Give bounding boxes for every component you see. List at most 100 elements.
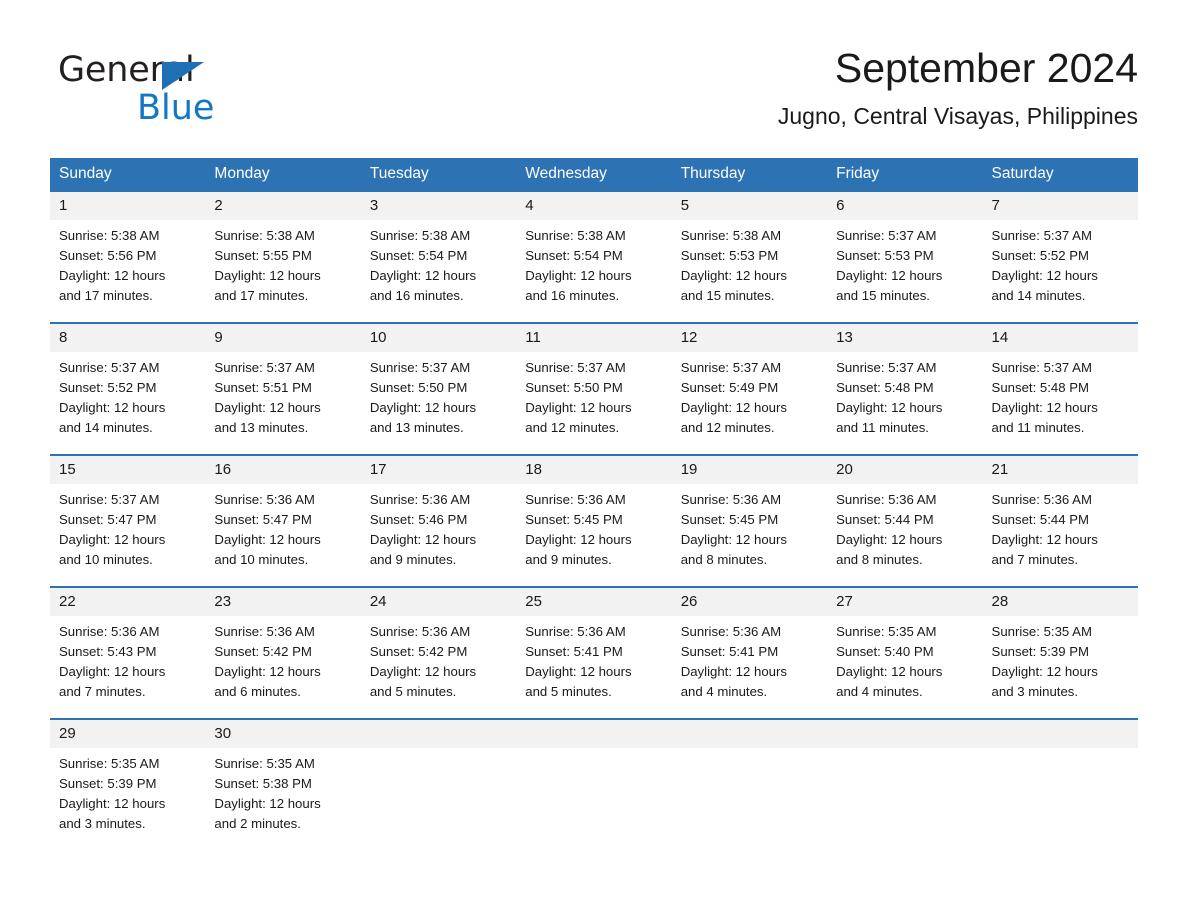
calendar-table: Sunday Monday Tuesday Wednesday Thursday… (50, 158, 1138, 850)
daylight-text-line1: Daylight: 12 hours (680, 664, 787, 679)
day-details (827, 748, 982, 846)
page-header: General Blue September 2024 Jugno, Centr… (50, 42, 1138, 152)
sunrise-text: Sunrise: 5:37 AM (214, 360, 315, 375)
calendar-day-cell[interactable]: 21 Sunrise: 5:36 AM Sunset: 5:44 PM Dayligh… (982, 454, 1138, 587)
day-details: Sunrise: 5:36 AM Sunset: 5:44 PM Daylight:… (827, 484, 982, 586)
daylight-text-line2: and 11 minutes. (991, 420, 1085, 435)
calendar-day-cell[interactable]: 23 Sunrise: 5:36 AM Sunset: 5:42 PM Dayligh… (205, 586, 361, 719)
logo-text-blue: Blue (137, 88, 215, 128)
calendar-day-cell[interactable]: 29 Sunrise: 5:35 AM Sunset: 5:39 PM Dayligh… (50, 718, 206, 850)
calendar-day-cell[interactable]: 13 Sunrise: 5:37 AM Sunset: 5:48 PM Dayligh… (827, 322, 983, 455)
day-number (360, 720, 517, 748)
sunrise-text: Sunrise: 5:38 AM (59, 228, 160, 243)
day-details: Sunrise: 5:35 AM Sunset: 5:38 PM Daylight:… (205, 748, 360, 850)
daylight-text-line1: Daylight: 12 hours (836, 400, 943, 415)
calendar-day-cell-empty (982, 718, 1138, 850)
calendar-day-cell[interactable]: 28 Sunrise: 5:35 AM Sunset: 5:39 PM Dayligh… (982, 586, 1138, 719)
sunset-text: Sunset: 5:53 PM (836, 248, 934, 263)
day-details: Sunrise: 5:37 AM Sunset: 5:52 PM Daylight:… (50, 352, 205, 454)
sunrise-text: Sunrise: 5:38 AM (214, 228, 315, 243)
calendar-day-cell[interactable]: 4 Sunrise: 5:38 AM Sunset: 5:54 PM Daylight… (516, 190, 672, 323)
weekday-header-thursday: Thursday (671, 158, 828, 191)
sunrise-text: Sunrise: 5:35 AM (991, 624, 1092, 639)
calendar-day-cell[interactable]: 19 Sunrise: 5:36 AM Sunset: 5:45 PM Dayligh… (671, 454, 828, 587)
day-details: Sunrise: 5:36 AM Sunset: 5:45 PM Daylight:… (672, 484, 827, 586)
day-number (982, 720, 1138, 748)
calendar-day-cell[interactable]: 3 Sunrise: 5:38 AM Sunset: 5:54 PM Daylight… (360, 190, 517, 323)
day-number: 14 (982, 324, 1138, 352)
day-number: 20 (827, 456, 983, 484)
day-details: Sunrise: 5:37 AM Sunset: 5:52 PM Daylight:… (983, 220, 1138, 322)
sunset-text: Sunset: 5:54 PM (525, 248, 623, 263)
calendar-day-cell-empty (516, 718, 672, 850)
calendar-day-cell[interactable]: 16 Sunrise: 5:36 AM Sunset: 5:47 PM Dayligh… (205, 454, 361, 587)
daylight-text-line2: and 9 minutes. (369, 552, 457, 567)
day-number: 9 (205, 324, 361, 352)
calendar-week-row: 15 Sunrise: 5:37 AM Sunset: 5:47 PM Dayligh… (50, 454, 1138, 587)
sunrise-text: Sunrise: 5:36 AM (680, 492, 782, 507)
sunset-text: Sunset: 5:38 PM (214, 776, 312, 791)
sunset-text: Sunset: 5:54 PM (369, 248, 468, 263)
day-number: 21 (982, 456, 1138, 484)
day-number (671, 720, 828, 748)
calendar-day-cell[interactable]: 9 Sunrise: 5:37 AM Sunset: 5:51 PM Daylight… (205, 322, 361, 455)
daylight-text-line1: Daylight: 12 hours (59, 532, 166, 547)
daylight-text-line1: Daylight: 12 hours (59, 796, 166, 811)
daylight-text-line2: and 11 minutes. (836, 420, 929, 435)
calendar-day-cell[interactable]: 25 Sunrise: 5:36 AM Sunset: 5:41 PM Dayligh… (516, 586, 672, 719)
calendar-day-cell[interactable]: 17 Sunrise: 5:36 AM Sunset: 5:46 PM Dayligh… (360, 454, 517, 587)
daylight-text-line1: Daylight: 12 hours (214, 400, 321, 415)
sunrise-text: Sunrise: 5:35 AM (214, 756, 315, 771)
sunset-text: Sunset: 5:52 PM (59, 380, 157, 395)
calendar-day-cell[interactable]: 11 Sunrise: 5:37 AM Sunset: 5:50 PM Dayligh… (516, 322, 672, 455)
calendar-day-cell[interactable]: 24 Sunrise: 5:36 AM Sunset: 5:42 PM Dayligh… (360, 586, 517, 719)
calendar-day-cell[interactable]: 14 Sunrise: 5:37 AM Sunset: 5:48 PM Dayligh… (982, 322, 1138, 455)
daylight-text-line2: and 4 minutes. (836, 684, 923, 699)
calendar-day-cell[interactable]: 18 Sunrise: 5:36 AM Sunset: 5:45 PM Dayligh… (516, 454, 672, 587)
calendar-day-cell[interactable]: 10 Sunrise: 5:37 AM Sunset: 5:50 PM Dayligh… (360, 322, 517, 455)
calendar-day-cell[interactable]: 26 Sunrise: 5:36 AM Sunset: 5:41 PM Dayligh… (671, 586, 828, 719)
calendar-day-cell[interactable]: 1 Sunrise: 5:38 AM Sunset: 5:56 PM Daylight… (50, 190, 206, 323)
day-number: 18 (516, 456, 672, 484)
day-details: Sunrise: 5:36 AM Sunset: 5:42 PM Daylight:… (361, 616, 516, 718)
day-number: 3 (360, 192, 517, 220)
day-details: Sunrise: 5:35 AM Sunset: 5:39 PM Daylight:… (50, 748, 205, 850)
sunrise-text: Sunrise: 5:36 AM (369, 624, 471, 639)
calendar-day-cell[interactable]: 27 Sunrise: 5:35 AM Sunset: 5:40 PM Dayligh… (827, 586, 983, 719)
sunrise-text: Sunrise: 5:38 AM (369, 228, 471, 243)
calendar-day-cell[interactable]: 7 Sunrise: 5:37 AM Sunset: 5:52 PM Daylight… (982, 190, 1138, 323)
daylight-text-line2: and 5 minutes. (525, 684, 612, 699)
daylight-text-line1: Daylight: 12 hours (991, 268, 1098, 283)
calendar-day-cell[interactable]: 30 Sunrise: 5:35 AM Sunset: 5:38 PM Dayligh… (205, 718, 361, 850)
sunset-text: Sunset: 5:44 PM (836, 512, 934, 527)
sunrise-text: Sunrise: 5:37 AM (59, 492, 160, 507)
daylight-text-line1: Daylight: 12 hours (836, 532, 943, 547)
general-blue-logo: General Blue (58, 50, 318, 130)
calendar-day-cell[interactable]: 8 Sunrise: 5:37 AM Sunset: 5:52 PM Daylight… (50, 322, 206, 455)
sunrise-text: Sunrise: 5:36 AM (525, 624, 626, 639)
calendar-day-cell[interactable]: 22 Sunrise: 5:36 AM Sunset: 5:43 PM Dayligh… (50, 586, 206, 719)
sunset-text: Sunset: 5:48 PM (836, 380, 934, 395)
daylight-text-line1: Daylight: 12 hours (369, 268, 477, 283)
sunrise-text: Sunrise: 5:36 AM (369, 492, 471, 507)
daylight-text-line2: and 16 minutes. (525, 288, 620, 303)
day-number: 25 (516, 588, 672, 616)
sunrise-text: Sunrise: 5:35 AM (59, 756, 160, 771)
sunrise-text: Sunrise: 5:36 AM (525, 492, 626, 507)
weekday-header-saturday: Saturday (982, 158, 1138, 191)
day-details: Sunrise: 5:36 AM Sunset: 5:42 PM Daylight:… (205, 616, 360, 718)
daylight-text-line1: Daylight: 12 hours (59, 400, 166, 415)
calendar-day-cell[interactable]: 20 Sunrise: 5:36 AM Sunset: 5:44 PM Dayligh… (827, 454, 983, 587)
calendar-day-cell[interactable]: 6 Sunrise: 5:37 AM Sunset: 5:53 PM Daylight… (827, 190, 983, 323)
daylight-text-line2: and 17 minutes. (59, 288, 153, 303)
calendar-day-cell[interactable]: 15 Sunrise: 5:37 AM Sunset: 5:47 PM Dayligh… (50, 454, 206, 587)
calendar-day-cell[interactable]: 2 Sunrise: 5:38 AM Sunset: 5:55 PM Daylight… (205, 190, 361, 323)
sunrise-text: Sunrise: 5:37 AM (991, 360, 1092, 375)
sunrise-text: Sunrise: 5:37 AM (991, 228, 1092, 243)
daylight-text-line1: Daylight: 12 hours (836, 664, 943, 679)
sunrise-text: Sunrise: 5:36 AM (836, 492, 937, 507)
day-number: 13 (827, 324, 983, 352)
calendar-week-row: 22 Sunrise: 5:36 AM Sunset: 5:43 PM Dayligh… (50, 586, 1138, 719)
calendar-day-cell[interactable]: 12 Sunrise: 5:37 AM Sunset: 5:49 PM Dayligh… (671, 322, 828, 455)
calendar-day-cell[interactable]: 5 Sunrise: 5:38 AM Sunset: 5:53 PM Daylight… (671, 190, 828, 323)
